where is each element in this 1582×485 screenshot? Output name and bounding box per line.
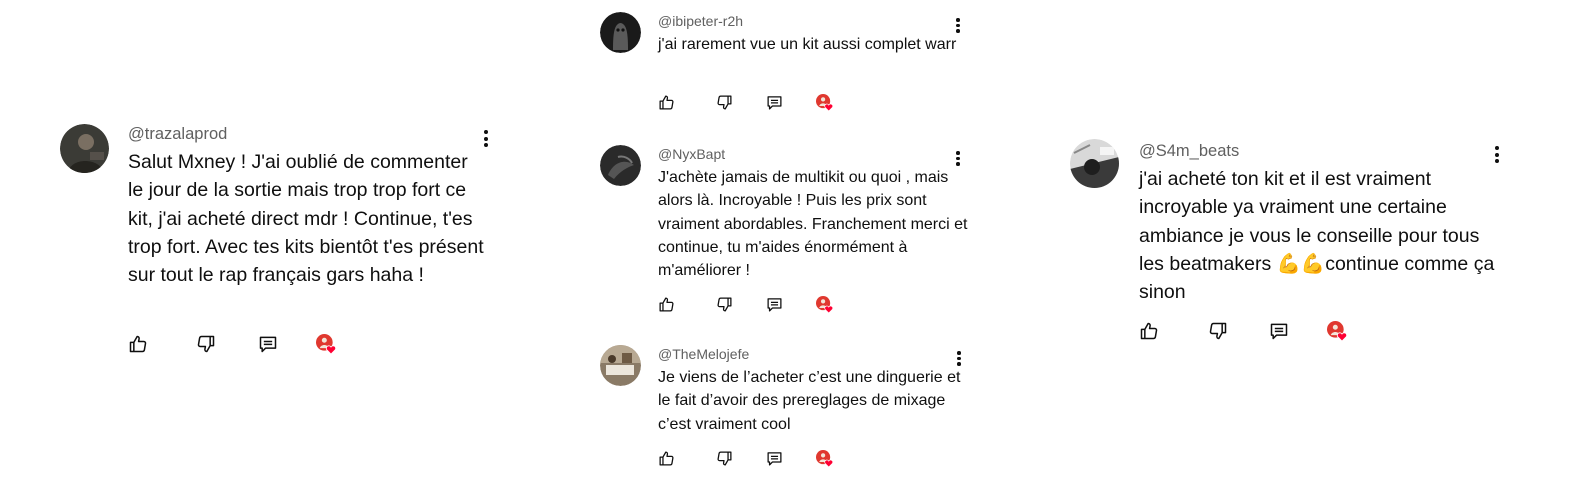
- thumbs-up-icon: [1140, 322, 1158, 340]
- thumbs-down-icon: [717, 451, 732, 466]
- comment-author-handle[interactable]: @ibipeter-r2h: [658, 13, 958, 30]
- comment-text: Salut Mxney ! J'ai oublié de commenter l…: [128, 151, 484, 287]
- thumbs-down-icon: [717, 297, 732, 312]
- more-vertical-icon[interactable]: [484, 130, 490, 150]
- creator-heart-badge[interactable]: [316, 334, 337, 355]
- avatar[interactable]: [600, 145, 641, 186]
- reply-button[interactable]: [766, 450, 783, 467]
- dislike-button[interactable]: [716, 94, 733, 111]
- comment-author-handle[interactable]: @TheMelojefe: [658, 346, 968, 363]
- avatar[interactable]: [600, 12, 641, 53]
- more-vertical-icon[interactable]: [1495, 146, 1501, 166]
- thumbs-up-icon: [129, 335, 147, 353]
- like-button[interactable]: [128, 334, 148, 354]
- reply-comment-icon: [767, 298, 782, 312]
- reply-comment-icon: [767, 96, 782, 110]
- avatar[interactable]: [1070, 139, 1119, 188]
- creator-heart-badge[interactable]: [816, 450, 834, 468]
- dislike-button[interactable]: [716, 296, 733, 313]
- creator-heart-badge[interactable]: [816, 94, 834, 112]
- dislike-button[interactable]: [716, 450, 733, 467]
- reply-comment-icon: [1270, 323, 1288, 340]
- reply-button[interactable]: [766, 94, 783, 111]
- comment-text: j'ai rarement vue un kit aussi complet w…: [658, 36, 957, 53]
- thumbs-up-icon: [659, 95, 674, 110]
- reply-comment-icon: [767, 452, 782, 466]
- comment-text: j'ai acheté ton kit et il est vraiment i…: [1139, 168, 1495, 304]
- creator-heart-badge[interactable]: [1327, 321, 1348, 342]
- reply-button[interactable]: [766, 296, 783, 313]
- avatar[interactable]: [60, 124, 109, 173]
- thumbs-down-icon: [197, 335, 215, 353]
- avatar[interactable]: [600, 345, 641, 386]
- comment-author-handle[interactable]: @NyxBapt: [658, 146, 968, 163]
- creator-heart-badge[interactable]: [816, 296, 834, 314]
- dislike-button[interactable]: [1208, 321, 1228, 341]
- like-button[interactable]: [1139, 321, 1159, 341]
- comment-text: J'achète jamais de multikit ou quoi , ma…: [658, 169, 968, 280]
- reply-comment-icon: [259, 336, 277, 353]
- thumbs-up-icon: [659, 297, 674, 312]
- reply-button[interactable]: [1269, 321, 1289, 341]
- like-button[interactable]: [658, 94, 675, 111]
- comment-author-handle[interactable]: @trazalaprod: [128, 124, 488, 144]
- comment-text: Je viens de l’acheter c’est une dingueri…: [658, 369, 961, 433]
- more-vertical-icon[interactable]: [957, 351, 963, 368]
- thumbs-up-icon: [659, 451, 674, 466]
- dislike-button[interactable]: [196, 334, 216, 354]
- like-button[interactable]: [658, 296, 675, 313]
- thumbs-down-icon: [1209, 322, 1227, 340]
- more-vertical-icon[interactable]: [956, 151, 962, 168]
- more-vertical-icon[interactable]: [956, 18, 962, 35]
- thumbs-down-icon: [717, 95, 732, 110]
- reply-button[interactable]: [258, 334, 278, 354]
- like-button[interactable]: [658, 450, 675, 467]
- comment-author-handle[interactable]: @S4m_beats: [1139, 141, 1499, 161]
